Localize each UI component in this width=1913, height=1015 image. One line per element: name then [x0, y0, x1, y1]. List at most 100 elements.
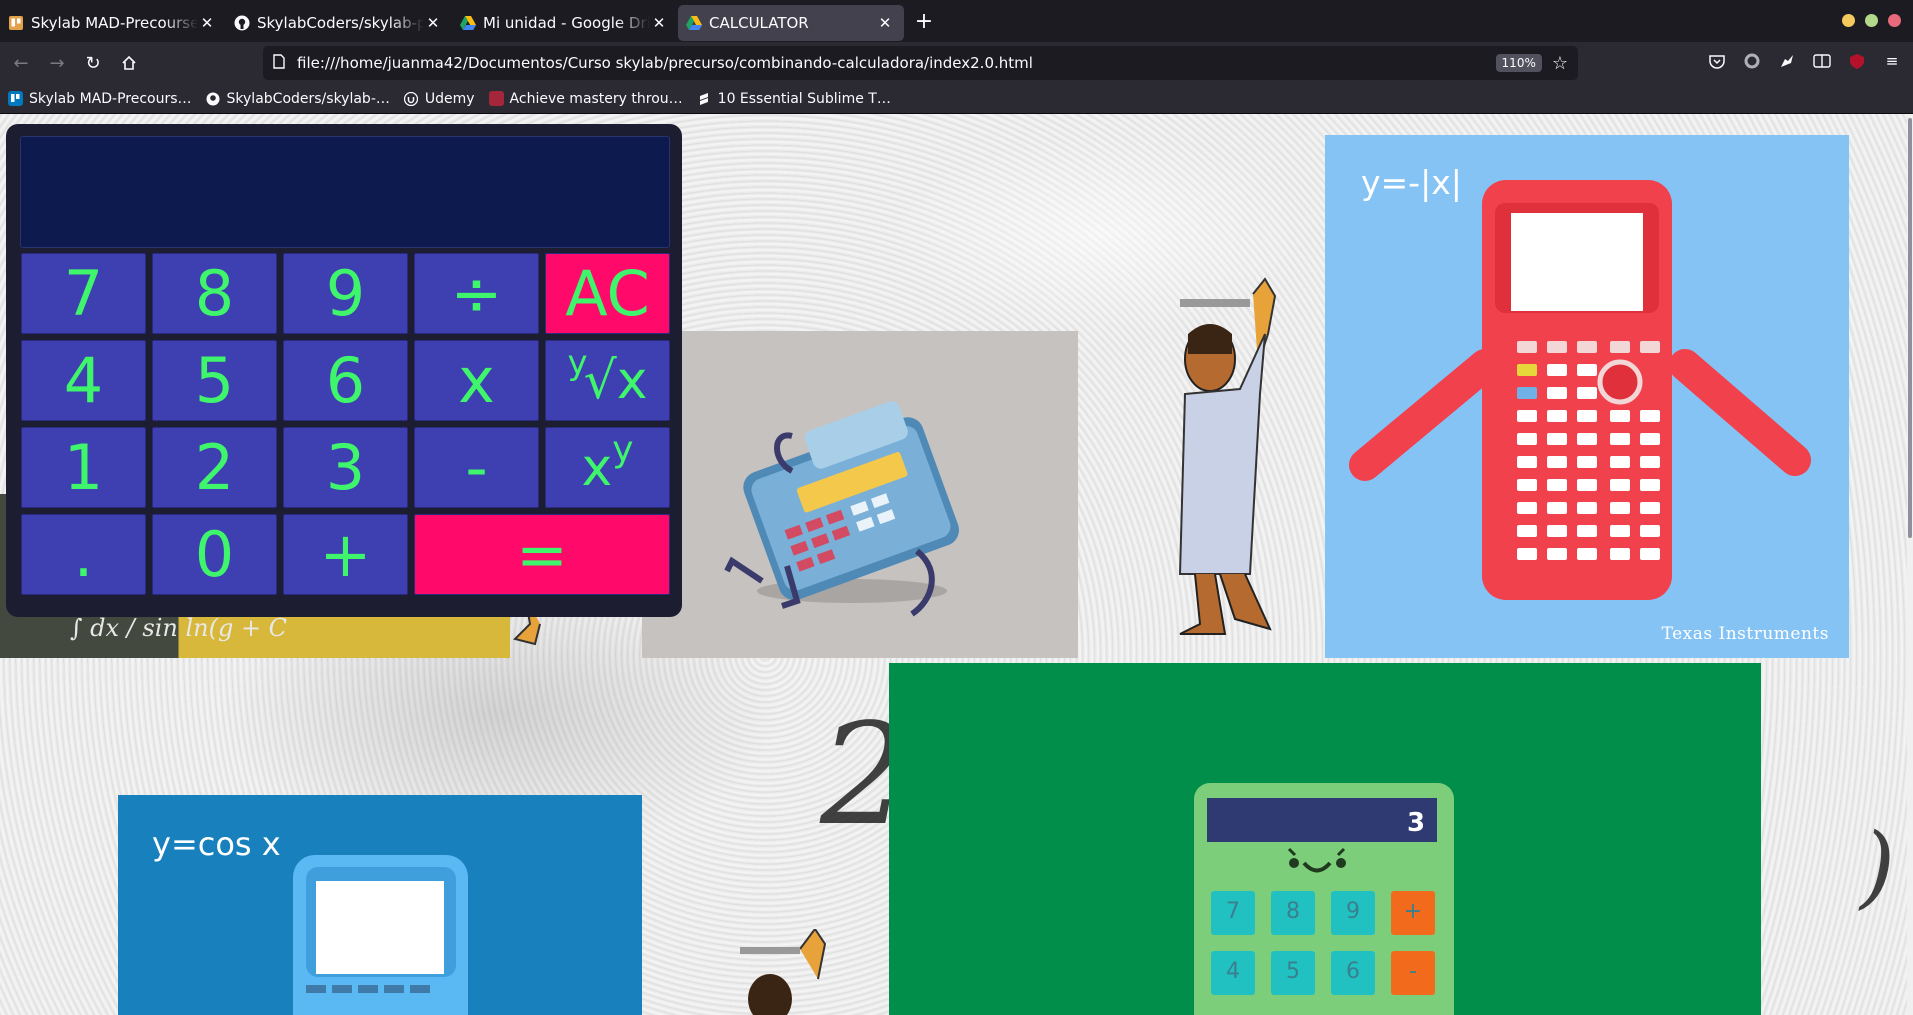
url-text[interactable]: file:///home/juanma42/Documentos/Curso s…: [297, 54, 1496, 72]
green-calculator-key-label: +: [1403, 899, 1423, 924]
plus-button[interactable]: +: [283, 514, 408, 595]
tab-title: Mi unidad - Google Drive: [483, 13, 650, 32]
bookmark-achieve-mastery[interactable]: Achieve mastery throu…: [488, 91, 683, 107]
key-7[interactable]: 7: [21, 253, 146, 334]
bookmark-udemy[interactable]: Udemy: [404, 91, 475, 107]
green-calculator-key-label: 6: [1346, 959, 1360, 984]
key-6[interactable]: 6: [283, 340, 408, 421]
happy-calculator-illustration: 3 7 8 9 +4 5 6 -: [889, 663, 1761, 1015]
menu-hamburger-icon[interactable]: ≡: [1881, 50, 1903, 72]
green-calculator-display-value: 3: [1407, 808, 1426, 838]
chalkboard-formula: ∫ dx / sin ln(g + C: [70, 614, 288, 642]
tab-close-icon[interactable]: ✕: [650, 14, 668, 32]
equals-button[interactable]: =: [414, 514, 670, 595]
back-arrow-icon[interactable]: ←: [6, 48, 36, 78]
tab-title: Skylab MAD-Precourse-2020: [31, 13, 198, 32]
bookmarks-bar: Skylab MAD-Precours… SkylabCoders/skylab…: [0, 84, 1913, 114]
nth-root-button[interactable]: y √x: [545, 340, 670, 421]
green-calculator-key-label: 8: [1286, 899, 1300, 924]
bookmark-skylab[interactable]: Skylab MAD-Precours…: [8, 91, 192, 107]
home-icon[interactable]: [114, 48, 144, 78]
calculator: 7 8 9 ÷ AC 4 5 6 x y √x 1 2 3 - xy . 0 + …: [6, 124, 682, 617]
key-3[interactable]: 3: [283, 427, 408, 508]
relaxing-calculator-illustration: [642, 331, 1078, 658]
tab-skylab-precourse[interactable]: Skylab MAD-Precourse-2020 ✕: [0, 5, 226, 41]
ti-brand-label: Texas Instruments: [1661, 624, 1829, 644]
walking-man-cutout: [1150, 274, 1300, 659]
github-icon: [206, 91, 221, 106]
key-2[interactable]: 2: [152, 427, 277, 508]
window-controls: [1842, 14, 1901, 27]
minus-button[interactable]: -: [414, 427, 539, 508]
tab-close-icon[interactable]: ✕: [424, 14, 442, 32]
power-base-label: x: [581, 437, 613, 498]
divide-button[interactable]: ÷: [414, 253, 539, 334]
bookmark-label: 10 Essential Sublime T…: [717, 90, 891, 107]
page-scrollbar[interactable]: [1907, 114, 1913, 1015]
extension-cat-icon[interactable]: [1776, 50, 1798, 72]
bookmark-label: Udemy: [424, 90, 475, 107]
power-button[interactable]: xy: [545, 427, 670, 508]
minimize-button[interactable]: [1842, 14, 1855, 27]
root-index-label: y: [567, 342, 588, 383]
bookmark-site-icon: [488, 91, 504, 106]
tab-github[interactable]: SkylabCoders/skylab-precourse ✕: [226, 5, 452, 41]
cosine-calculator-illustration: y=cos x: [118, 795, 642, 1015]
reader-view-icon[interactable]: [1811, 50, 1833, 72]
texas-instruments-calculator-illustration: y=-|x| Texas Instruments: [1325, 135, 1849, 658]
udemy-icon: [404, 91, 419, 106]
decimal-point-button[interactable]: .: [21, 514, 146, 595]
key-0[interactable]: 0: [152, 514, 277, 595]
tab-close-icon[interactable]: ✕: [876, 14, 894, 32]
bookmark-label: Skylab MAD-Precours…: [29, 90, 192, 107]
bookmark-star-icon[interactable]: ☆: [1552, 53, 1568, 74]
toolbar-icons: ≡: [1706, 50, 1903, 72]
tab-calculator[interactable]: CALCULATOR ✕: [678, 4, 904, 41]
power-exponent-label: y: [612, 428, 634, 470]
key-5[interactable]: 5: [152, 340, 277, 421]
bookmark-sublime[interactable]: 10 Essential Sublime T…: [697, 91, 891, 107]
root-symbol-label: √x: [583, 350, 648, 411]
extension-circle-icon[interactable]: [1741, 50, 1763, 72]
tab-google-drive[interactable]: Mi unidad - Google Drive ✕: [452, 5, 678, 41]
green-calculator-key-label: -: [1409, 959, 1417, 984]
tab-close-icon[interactable]: ✕: [198, 14, 216, 32]
url-bar[interactable]: file:///home/juanma42/Documentos/Curso s…: [263, 46, 1578, 80]
walking-man-cutout: [730, 929, 850, 1015]
trello-icon: [8, 91, 23, 106]
key-8[interactable]: 8: [152, 253, 277, 334]
file-page-icon: [273, 53, 285, 73]
google-drive-icon: [686, 15, 702, 31]
sublime-icon: [697, 91, 712, 106]
key-1[interactable]: 1: [21, 427, 146, 508]
forward-arrow-icon[interactable]: →: [42, 48, 72, 78]
close-window-button[interactable]: [1888, 14, 1901, 27]
new-tab-plus-icon[interactable]: +: [906, 3, 942, 39]
browser-window: Skylab MAD-Precourse-2020 ✕ SkylabCoders…: [0, 0, 1913, 1015]
trello-icon: [8, 15, 24, 31]
google-drive-icon: [460, 15, 476, 31]
green-calculator-key-label: 5: [1286, 959, 1300, 984]
calculator-display: [20, 136, 670, 248]
key-9[interactable]: 9: [283, 253, 408, 334]
bookmark-label: SkylabCoders/skylab-…: [226, 90, 390, 107]
tab-bar: Skylab MAD-Precourse-2020 ✕ SkylabCoders…: [0, 0, 1913, 42]
green-calculator-key-label: 7: [1226, 899, 1240, 924]
pocket-icon[interactable]: [1706, 50, 1728, 72]
zoom-level-badge[interactable]: 110%: [1495, 54, 1542, 72]
background-math-scribble: ): [1860, 814, 1896, 919]
ublock-origin-icon[interactable]: [1846, 50, 1868, 72]
maximize-button[interactable]: [1865, 14, 1878, 27]
key-4[interactable]: 4: [21, 340, 146, 421]
bookmark-github[interactable]: SkylabCoders/skylab-…: [206, 91, 390, 107]
green-calculator-key-label: 9: [1346, 899, 1360, 924]
page-content: 2 ) ∫ dx / sin ln(g + C y=-|x| Texas Ins…: [0, 114, 1913, 1015]
multiply-button[interactable]: x: [414, 340, 539, 421]
scrollbar-thumb[interactable]: [1908, 118, 1912, 538]
reload-icon[interactable]: ↻: [78, 48, 108, 78]
calculator-keypad: 7 8 9 ÷ AC 4 5 6 x y √x 1 2 3 - xy . 0 + …: [21, 253, 670, 595]
all-clear-button[interactable]: AC: [545, 253, 670, 334]
green-calculator-key-label: 4: [1226, 959, 1240, 984]
github-icon: [234, 15, 250, 31]
tab-title: CALCULATOR: [709, 13, 809, 32]
